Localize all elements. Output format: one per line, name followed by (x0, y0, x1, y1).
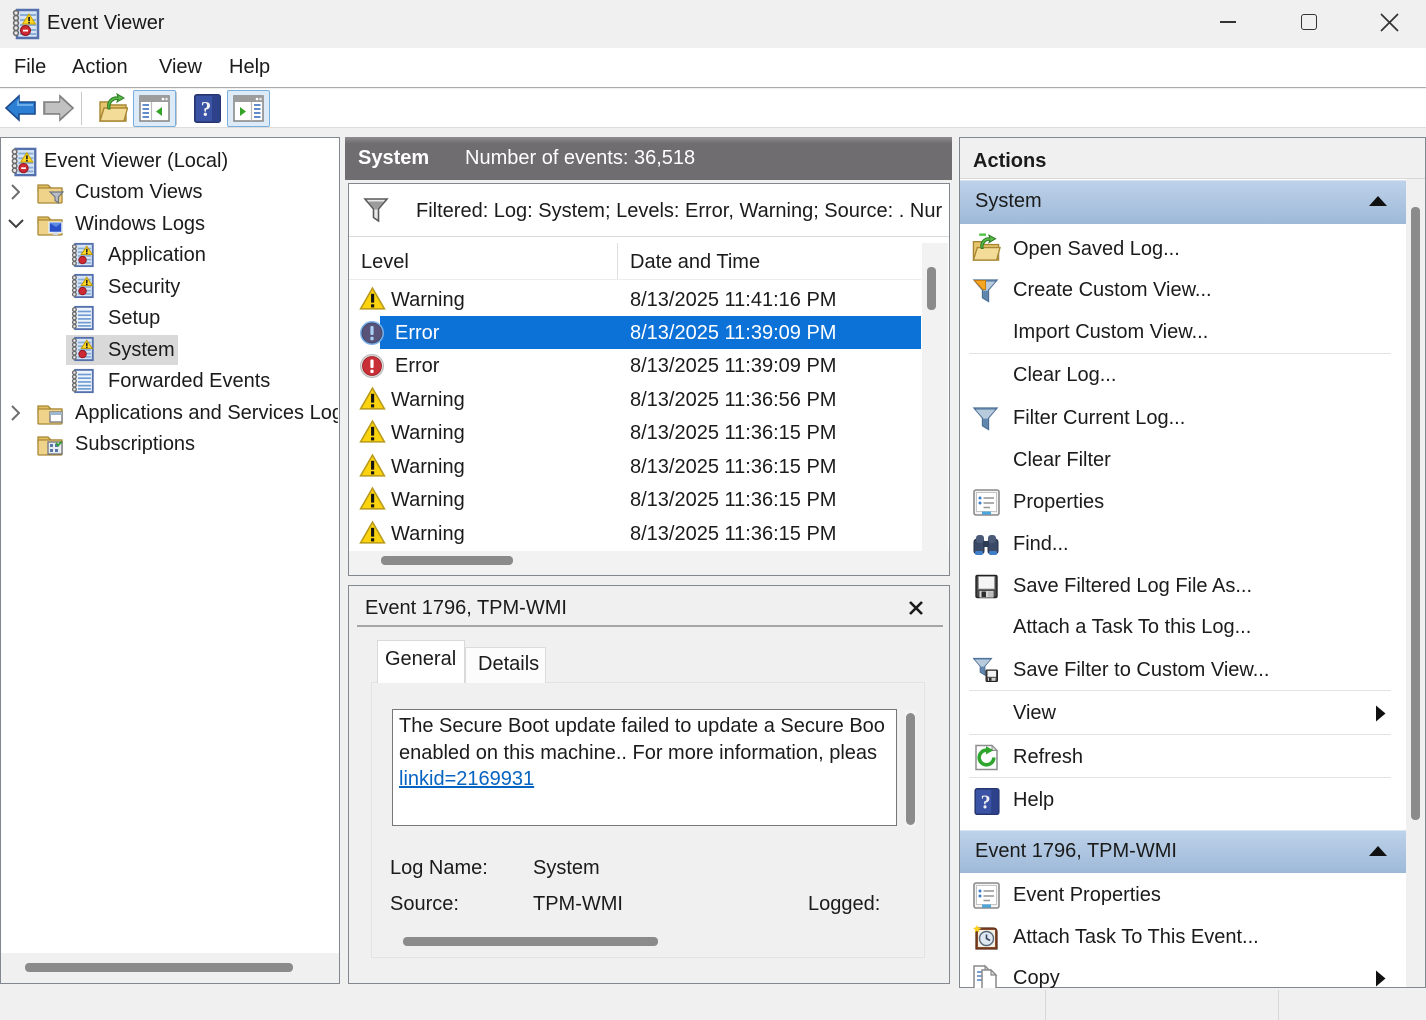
svg-text:?: ? (981, 792, 991, 813)
svg-text:?: ? (201, 97, 212, 121)
